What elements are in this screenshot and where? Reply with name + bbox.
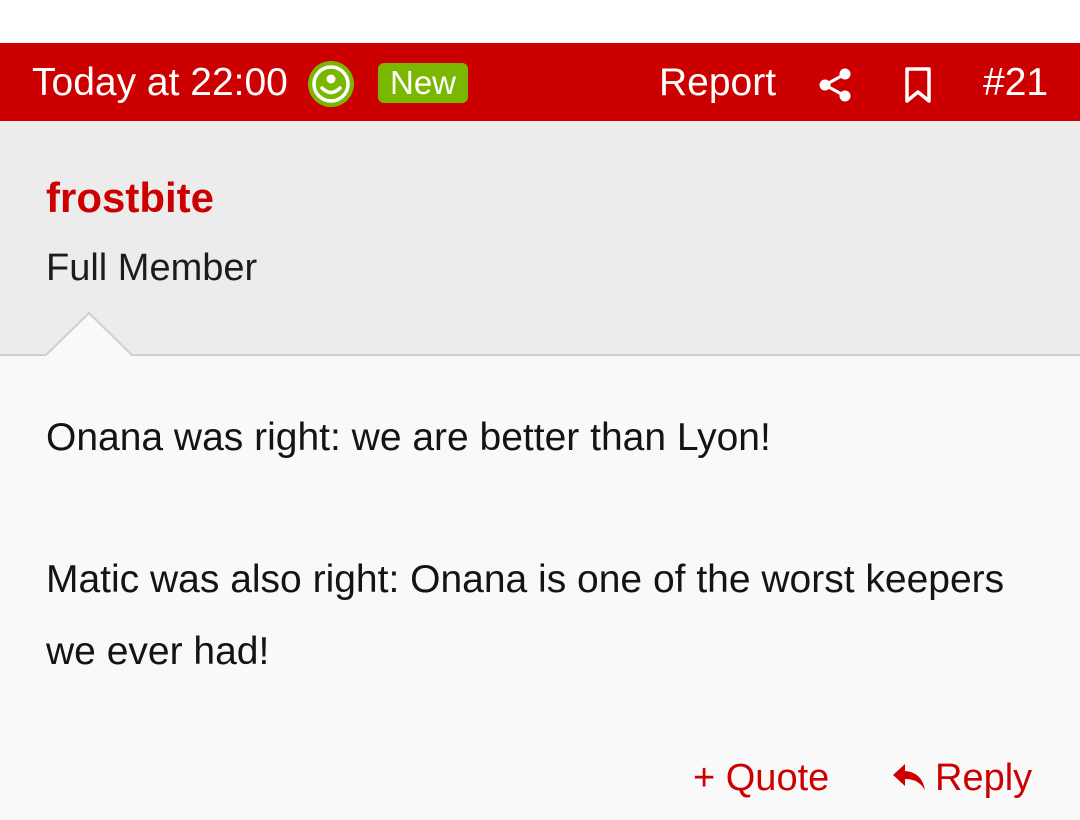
user-arrow-pointer xyxy=(46,312,132,356)
bookmark-icon[interactable] xyxy=(900,66,936,104)
post-timestamp[interactable]: Today at 22:00 xyxy=(32,62,288,104)
smile-face-icon xyxy=(308,61,354,107)
share-icon[interactable] xyxy=(816,66,854,104)
quote-button[interactable]: + Quote xyxy=(693,756,829,800)
user-info: frostbite Full Member xyxy=(0,121,1080,356)
report-link[interactable]: Report xyxy=(659,62,776,104)
message-paragraph: Matic was also right: Onana is one of th… xyxy=(46,558,1005,673)
reply-label: Reply xyxy=(935,757,1033,799)
username-link[interactable]: frostbite xyxy=(46,175,214,221)
user-title: Full Member xyxy=(46,247,258,289)
message-paragraph: Onana was right: we are better than Lyon… xyxy=(46,416,771,459)
reply-button[interactable]: Reply xyxy=(891,756,1032,800)
post-body: Onana was right: we are better than Lyon… xyxy=(0,356,1080,820)
reply-arrow-icon xyxy=(893,764,925,790)
new-badge: New xyxy=(378,63,469,103)
post-number-link[interactable]: #21 xyxy=(983,62,1048,104)
post-header: Today at 22:00 New Report #21 xyxy=(0,43,1080,121)
top-strip xyxy=(0,0,1080,43)
